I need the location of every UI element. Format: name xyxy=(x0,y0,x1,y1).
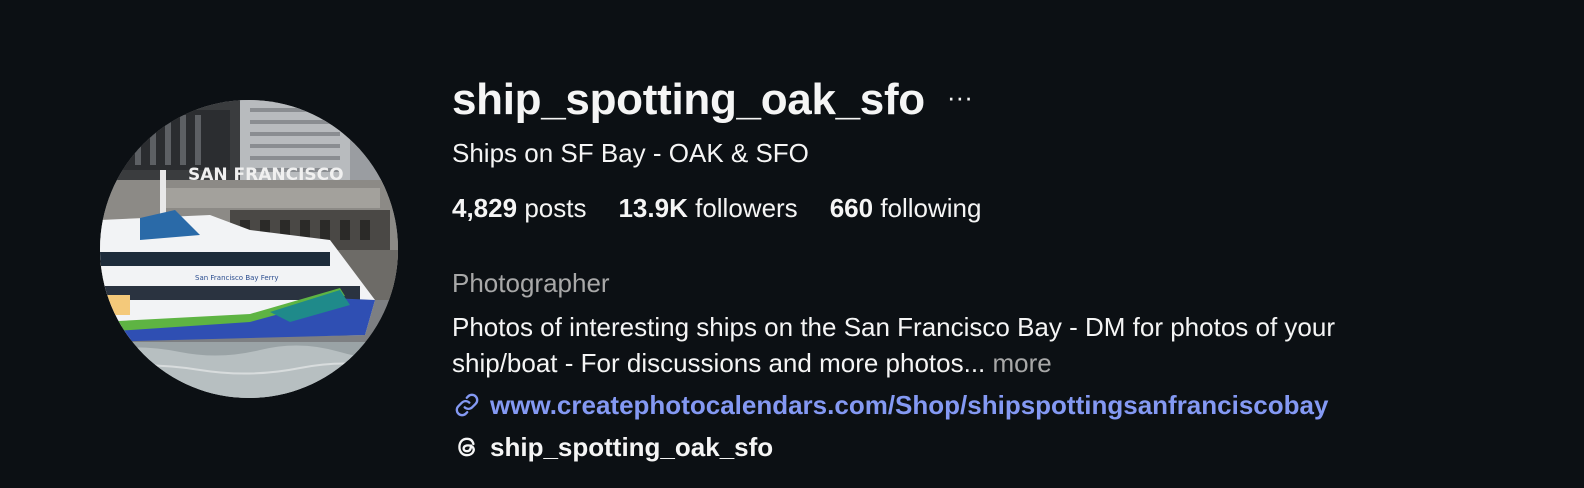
following-count: 660 xyxy=(829,193,874,223)
following-label: following xyxy=(880,193,982,223)
pier-sign-text: SAN FRANCISCO xyxy=(188,165,344,185)
stat-followers[interactable]: 13.9K followers xyxy=(618,193,797,224)
website-link[interactable]: www.createphotocalendars.com/Shop/shipsp… xyxy=(490,390,1328,421)
link-icon xyxy=(452,390,482,420)
username: ship_spotting_oak_sfo xyxy=(452,75,925,124)
ferry-photo: SAN FRANCISCO San Francisco Bay Ferry xyxy=(100,100,398,398)
website-row[interactable]: www.createphotocalendars.com/Shop/shipsp… xyxy=(452,387,1572,423)
bio-more-button[interactable]: more xyxy=(993,348,1052,378)
threads-handle[interactable]: ship_spotting_oak_sfo xyxy=(490,432,773,463)
ferry-name-text: San Francisco Bay Ferry xyxy=(195,274,279,282)
category-label: Photographer xyxy=(452,268,610,298)
stats-row: 4,829 posts 13.9K followers 660 followin… xyxy=(452,193,1572,224)
threads-icon xyxy=(452,432,482,462)
avatar[interactable]: SAN FRANCISCO San Francisco Bay Ferry xyxy=(100,100,398,398)
full-name: Ships on SF Bay - OAK & SFO xyxy=(452,138,809,168)
bio-line-1: Photos of interesting ships on the San F… xyxy=(452,312,1335,342)
ellipsis-icon[interactable]: ··· xyxy=(947,84,973,113)
followers-count: 13.9K xyxy=(618,193,688,223)
stat-posts: 4,829 posts xyxy=(452,193,586,224)
bio-line-2: ship/boat - For discussions and more pho… xyxy=(452,348,986,378)
stat-following[interactable]: 660 following xyxy=(830,193,982,224)
profile-info: ship_spotting_oak_sfo ··· Ships on SF Ba… xyxy=(452,72,1572,465)
threads-row[interactable]: ship_spotting_oak_sfo xyxy=(452,429,1572,465)
profile-header: SAN FRANCISCO San Francisco Bay Ferry sh… xyxy=(0,0,1584,488)
username-row: ship_spotting_oak_sfo ··· xyxy=(452,72,1572,128)
followers-label: followers xyxy=(695,193,798,223)
posts-count: 4,829 xyxy=(452,193,518,223)
posts-label: posts xyxy=(524,193,587,223)
bio: Photos of interesting ships on the San F… xyxy=(452,309,1462,381)
